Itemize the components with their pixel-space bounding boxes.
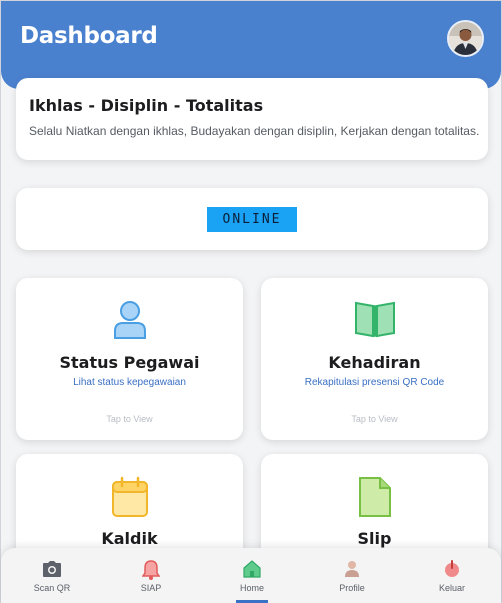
avatar[interactable] <box>447 20 484 57</box>
power-icon <box>443 560 461 583</box>
motto-card: Ikhlas - Disiplin - Totalitas Selalu Nia… <box>16 78 488 160</box>
bell-icon <box>141 560 161 585</box>
nav-item-home[interactable]: Home <box>212 548 292 603</box>
status-pegawai-tile[interactable]: Status Pegawai Lihat status kepegawaian … <box>16 278 243 440</box>
person-icon <box>113 300 147 345</box>
document-icon <box>358 476 392 523</box>
nav-item-keluar[interactable]: Keluar <box>412 548 492 603</box>
tile-title: Kaldik <box>101 529 158 548</box>
tile-title: Kehadiran <box>328 353 421 372</box>
kehadiran-tile[interactable]: Kehadiran Rekapitulasi presensi QR Code … <box>261 278 488 440</box>
nav-label: SIAP <box>140 583 162 593</box>
nav-label: Profile <box>339 583 365 593</box>
nav-item-scan-qr[interactable]: Scan QR <box>12 548 92 603</box>
nav-label: Keluar <box>438 583 465 593</box>
online-status-badge: ONLINE <box>207 207 297 232</box>
tile-title: Status Pegawai <box>59 353 200 372</box>
nav-item-profile[interactable]: Profile <box>312 548 392 603</box>
tile-title: Slip <box>357 529 392 548</box>
book-icon <box>354 300 396 343</box>
status-card: ONLINE <box>16 188 488 250</box>
page-title: Dashboard <box>20 23 158 49</box>
nav-label: Scan QR <box>33 583 71 593</box>
bottom-navigation: Scan QR SIAP Home Profile Keluar <box>1 548 501 603</box>
tap-to-view-hint: Tap to View <box>351 414 398 424</box>
motto-subtitle: Selalu Niatkan dengan ikhlas, Budayakan … <box>29 124 480 138</box>
tile-subtitle: Rekapitulasi presensi QR Code <box>304 377 445 388</box>
tile-subtitle: Lihat status kepegawaian <box>73 377 186 388</box>
avatar-photo <box>449 22 482 55</box>
tap-to-view-hint: Tap to View <box>106 414 153 424</box>
nav-item-siap[interactable]: SIAP <box>111 548 191 603</box>
app-header: Dashboard <box>1 1 501 89</box>
motto-title: Ikhlas - Disiplin - Totalitas <box>29 96 264 115</box>
camera-icon <box>42 560 62 583</box>
calendar-icon <box>111 476 149 523</box>
home-icon <box>243 560 261 583</box>
user-icon <box>344 560 360 583</box>
nav-label: Home <box>239 583 264 593</box>
